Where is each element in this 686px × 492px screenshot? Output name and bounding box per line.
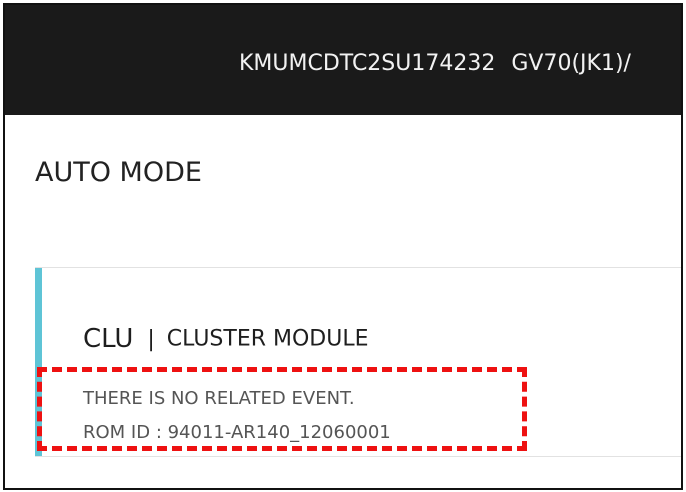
app-window: KMUMCDTC2SU174232 GV70(JK1)/ AUTO MODE CL…: [3, 3, 683, 490]
vin-label: KMUMCDTC2SU174232: [239, 51, 496, 76]
module-card-clu[interactable]: CLU | CLUSTER MODULE THERE IS NO RELATED E…: [35, 267, 681, 457]
vehicle-info: KMUMCDTC2SU174232 GV70(JK1)/: [239, 51, 631, 76]
rom-id-text: ROM ID : 94011-AR140_12060001: [83, 422, 391, 443]
module-name: CLUSTER MODULE: [166, 326, 369, 352]
module-separator: |: [147, 326, 155, 352]
module-code: CLU: [83, 324, 134, 354]
page-title: AUTO MODE: [35, 157, 202, 188]
module-header: CLU | CLUSTER MODULE: [83, 324, 369, 354]
module-accent-bar: [35, 268, 42, 456]
event-status-text: THERE IS NO RELATED EVENT.: [83, 388, 355, 409]
top-bar: KMUMCDTC2SU174232 GV70(JK1)/: [5, 5, 681, 115]
model-label: GV70(JK1)/: [511, 51, 631, 76]
